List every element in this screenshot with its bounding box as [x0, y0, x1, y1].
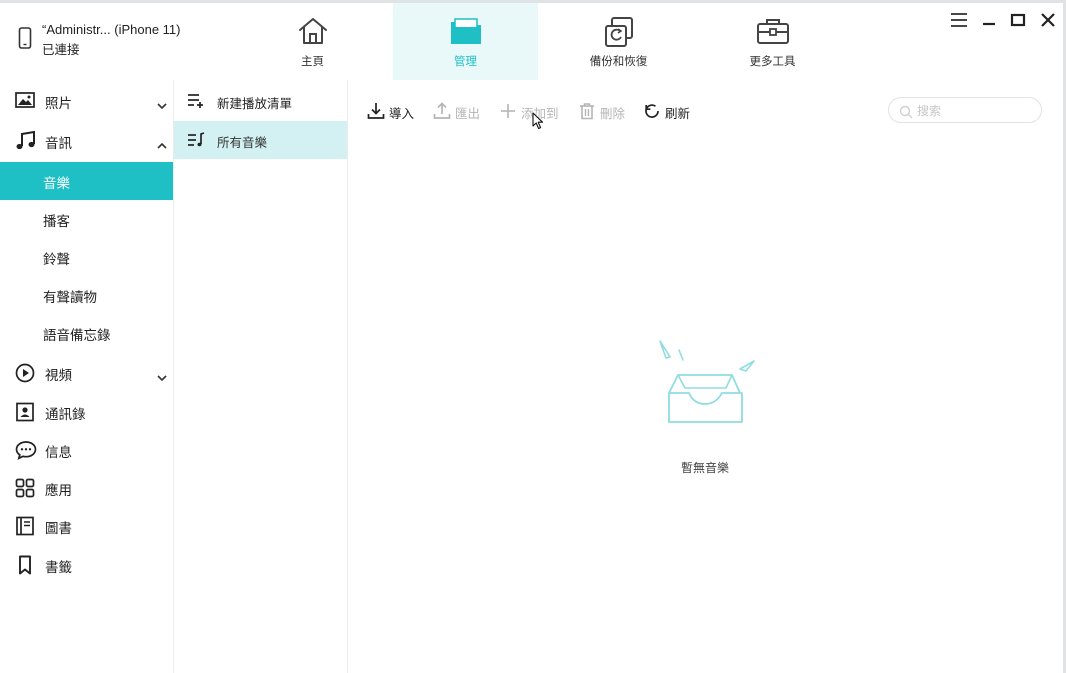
home-icon — [297, 16, 329, 50]
sidebar-item-audio[interactable]: 音訊 — [0, 122, 173, 160]
search-icon — [899, 104, 913, 123]
import-icon — [367, 102, 385, 124]
photo-icon — [15, 91, 35, 113]
refresh-label: 刷新 — [665, 106, 691, 121]
category-sidebar: 照片 音訊 音樂 播客 鈴聲 有聲讀物 語音備忘錄 視頻 通訊錄 信息 應用 圖… — [0, 80, 174, 673]
play-circle-icon — [15, 363, 35, 387]
sidebar-subitem-podcasts[interactable]: 播客 — [0, 200, 173, 238]
sidebar-subitem-label: 有聲讀物 — [43, 290, 97, 306]
plus-icon — [499, 102, 517, 124]
device-info[interactable]: “Administr... (iPhone 11) 已連接 — [18, 21, 208, 61]
sidebar-subitem-music[interactable]: 音樂 — [0, 162, 173, 200]
empty-state-message: 暫無音樂 — [680, 461, 729, 475]
sidebar-item-label: 圖書 — [45, 521, 72, 537]
tab-home[interactable]: 主頁 — [240, 3, 385, 80]
export-label: 匯出 — [455, 106, 481, 121]
top-header: “Administr... (iPhone 11) 已連接 主頁 管理 備份和恢… — [0, 3, 1063, 80]
sidebar-item-label: 音訊 — [45, 136, 72, 152]
playlist-music-icon — [187, 132, 205, 152]
delete-button[interactable]: 刪除 — [578, 100, 628, 122]
playlist-item-label: 所有音樂 — [217, 135, 268, 150]
search-box[interactable] — [888, 97, 1042, 123]
sidebar-item-label: 通訊錄 — [45, 407, 86, 423]
contacts-icon — [15, 402, 35, 426]
empty-box-illustration — [656, 338, 760, 432]
chevron-up-icon — [157, 135, 167, 154]
message-icon — [15, 440, 37, 464]
tab-more-tools[interactable]: 更多工具 — [700, 3, 845, 80]
tab-manage[interactable]: 管理 — [393, 3, 538, 80]
sidebar-subitem-voice-memos[interactable]: 語音備忘錄 — [0, 314, 173, 352]
device-status: 已連接 — [42, 42, 80, 57]
refresh-icon — [643, 102, 661, 124]
delete-label: 刪除 — [600, 106, 626, 121]
export-button[interactable]: 匯出 — [433, 100, 483, 122]
app-window: “Administr... (iPhone 11) 已連接 主頁 管理 備份和恢… — [0, 3, 1063, 673]
sidebar-subitem-label: 播客 — [43, 214, 70, 230]
playlist-item-all-music[interactable]: 所有音樂 — [174, 121, 347, 159]
sidebar-item-label: 視頻 — [45, 368, 72, 384]
playlist-column: 新建播放清單 所有音樂 — [174, 80, 348, 673]
sidebar-item-label: 照片 — [45, 96, 72, 112]
music-content-area: 導入 匯出 添加到 刪除 刷新 搜索 暫無音樂 — [348, 80, 1063, 673]
playlist-add-icon — [187, 93, 205, 113]
tab-home-label: 主頁 — [301, 54, 324, 68]
sidebar-item-videos[interactable]: 視頻 — [0, 354, 173, 392]
minimize-icon — [983, 22, 995, 26]
apps-grid-icon — [15, 478, 35, 502]
refresh-button[interactable]: 刷新 — [643, 100, 693, 122]
tab-backup-restore[interactable]: 備份和恢復 — [546, 3, 691, 80]
close-icon — [1041, 13, 1055, 27]
import-label: 導入 — [389, 106, 415, 121]
sidebar-item-label: 書籤 — [45, 560, 72, 576]
chevron-down-icon — [157, 95, 167, 114]
new-playlist-label: 新建播放清單 — [217, 96, 293, 111]
tab-backup-restore-label: 備份和恢復 — [589, 54, 648, 68]
sidebar-item-messages[interactable]: 信息 — [0, 431, 173, 469]
backup-restore-icon — [603, 16, 635, 52]
book-icon — [15, 516, 35, 540]
sidebar-subitem-label: 音樂 — [43, 176, 70, 192]
sidebar-subitem-audiobooks[interactable]: 有聲讀物 — [0, 276, 173, 314]
tab-more-tools-label: 更多工具 — [749, 54, 796, 68]
new-playlist-button[interactable]: 新建播放清單 — [174, 82, 347, 120]
import-button[interactable]: 導入 — [367, 100, 417, 122]
sidebar-item-books[interactable]: 圖書 — [0, 507, 173, 545]
sidebar-subitem-label: 語音備忘錄 — [43, 328, 111, 344]
trash-icon — [578, 102, 596, 124]
sidebar-item-contacts[interactable]: 通訊錄 — [0, 393, 173, 431]
device-name: “Administr... (iPhone 11) — [42, 22, 181, 37]
sidebar-item-photos[interactable]: 照片 — [0, 82, 173, 120]
close-button[interactable] — [1036, 9, 1060, 33]
sidebar-item-bookmarks[interactable]: 書籤 — [0, 546, 173, 584]
mouse-cursor-icon — [532, 112, 544, 134]
hamburger-menu-icon — [951, 13, 967, 27]
tab-manage-label: 管理 — [454, 54, 477, 68]
toolbox-icon — [756, 16, 790, 50]
sidebar-item-apps[interactable]: 應用 — [0, 469, 173, 507]
sidebar-subitem-label: 鈴聲 — [43, 252, 70, 268]
sidebar-subitem-ringtones[interactable]: 鈴聲 — [0, 238, 173, 276]
export-icon — [433, 102, 451, 124]
maximize-icon — [1010, 13, 1026, 27]
sidebar-item-label: 應用 — [45, 483, 72, 499]
sidebar-item-label: 信息 — [45, 445, 72, 461]
phone-icon — [18, 27, 32, 53]
search-input[interactable] — [915, 101, 1037, 121]
maximize-button[interactable] — [1006, 9, 1030, 33]
chevron-down-icon — [157, 367, 167, 386]
menu-button[interactable] — [947, 9, 971, 33]
folder-icon — [449, 16, 483, 50]
add-to-button[interactable]: 添加到 — [499, 100, 563, 122]
music-note-icon — [15, 130, 37, 155]
bookmark-icon — [15, 555, 35, 579]
minimize-button[interactable] — [977, 9, 1001, 33]
